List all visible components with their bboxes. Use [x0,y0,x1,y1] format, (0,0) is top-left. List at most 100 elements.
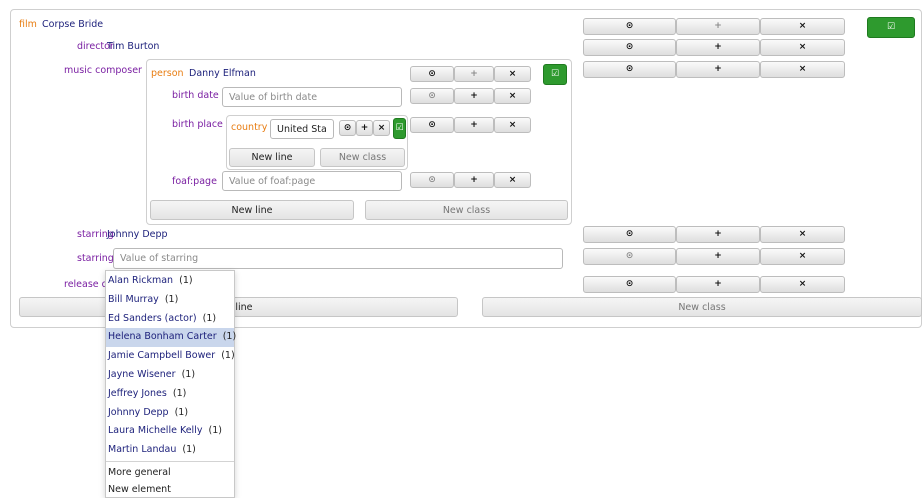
birth-place-label: birth place [172,119,223,130]
country-confirm-button[interactable]: ☑ [393,118,406,139]
suggestion-item[interactable]: Martin Landau (1) [106,441,234,460]
suggestion-count: (1) [174,406,189,418]
suggestion-item[interactable]: Alan Rickman (1) [106,272,234,291]
suggestion-count: (1) [222,331,237,343]
add-icon: + [360,122,369,133]
director-value[interactable]: Tim Burton [107,41,159,52]
remove-icon: × [798,229,807,239]
add-icon: + [714,251,722,261]
birth-date-remove-button[interactable]: × [494,88,531,104]
add-icon: + [714,229,722,239]
music-composer-label: music composer [64,65,142,76]
add-icon: + [470,90,478,101]
person-confirm-button[interactable]: ☑ [543,64,567,85]
suggestion-item[interactable]: Ed Sanders (actor) (1) [106,310,234,329]
starring-remove-button[interactable]: × [760,226,845,243]
director-add-button[interactable]: + [676,39,760,56]
dropdown-commands: More general New element [106,464,234,498]
starring-input[interactable] [113,248,563,269]
person-remove-button[interactable]: × [494,66,531,82]
suggestion-item[interactable]: Johnny Depp (1) [106,404,234,423]
foaf-page-input[interactable] [222,171,402,191]
birth-date-label: birth date [172,90,219,101]
select-icon: ⊙ [625,251,634,261]
add-icon: + [714,21,722,31]
suggestion-name: Johnny Depp [108,406,169,418]
music-composer-add-button[interactable]: + [676,61,760,78]
birth-date-add-button[interactable]: + [454,88,494,104]
suggestion-name: Alan Rickman [108,275,174,286]
remove-icon: × [798,251,807,261]
suggestion-item[interactable]: Laura Michelle Kelly (1) [106,422,234,441]
suggestion-name: Helena Bonham Carter [108,331,217,343]
person-add-button[interactable]: + [454,66,494,82]
release-date-select-button[interactable]: ⊙ [583,276,676,293]
person-value[interactable]: Danny Elfman [189,68,256,79]
birth-date-input[interactable] [222,87,402,107]
birth-place-remove-button[interactable]: × [494,117,531,133]
film-new-line-button[interactable]: w line [19,297,458,317]
remove-icon: × [798,42,807,52]
select-icon: ⊙ [343,122,352,133]
starring-select-button[interactable]: ⊙ [583,226,676,243]
suggestion-list: Alan Rickman (1) Bill Murray (1) Ed Sander… [106,271,237,460]
add-icon: + [470,68,478,79]
suggestion-count: (1) [182,444,196,456]
director-remove-button[interactable]: × [760,39,845,56]
country-select-button[interactable]: ⊙ [339,120,356,136]
film-confirm-button[interactable]: ☑ [867,17,915,38]
release-date-add-button[interactable]: + [676,276,760,293]
birth-place-select-button[interactable]: ⊙ [410,117,454,133]
film-new-class-button[interactable]: New class [482,297,922,317]
music-composer-remove-button[interactable]: × [760,61,845,78]
select-icon: ⊙ [428,119,436,130]
music-composer-select-button[interactable]: ⊙ [583,61,676,78]
suggestion-name: Jeffrey Jones [108,387,167,399]
foaf-page-select-button[interactable]: ⊙ [410,172,454,188]
country-value-input[interactable] [270,119,334,139]
starring-add-button[interactable]: + [676,226,760,243]
film-value[interactable]: Corpse Bride [42,19,103,30]
starring-value[interactable]: Johnny Depp [107,229,168,240]
country-new-class-button[interactable]: New class [320,148,405,167]
foaf-page-remove-button[interactable]: × [494,172,531,188]
person-new-line-button[interactable]: New line [150,200,354,220]
film-select-button[interactable]: ⊙ [583,18,676,35]
country-add-button[interactable]: + [356,120,373,136]
remove-icon: × [798,279,807,289]
foaf-page-label: foaf:page [172,176,217,187]
film-add-button[interactable]: + [676,18,760,35]
person-select-button[interactable]: ⊙ [410,66,454,82]
film-remove-button[interactable]: × [760,18,845,35]
remove-icon: × [508,119,517,130]
more-general-option[interactable]: More general [106,464,234,481]
starring-2-remove-button[interactable]: × [760,248,845,265]
person-class-label: person [151,68,184,79]
person-new-class-button[interactable]: New class [365,200,568,220]
suggestion-item[interactable]: Jayne Wisener (1) [106,366,234,385]
release-date-remove-button[interactable]: × [760,276,845,293]
country-remove-button[interactable]: × [373,120,390,136]
check-icon: ☑ [395,123,404,133]
suggestion-item[interactable]: Jamie Campbell Bower (1) [106,347,235,366]
country-new-line-button[interactable]: New line [229,148,315,167]
remove-icon: × [798,64,807,74]
suggestion-item[interactable]: Bill Murray (1) [106,291,234,310]
select-icon: ⊙ [625,279,634,289]
foaf-page-add-button[interactable]: + [454,172,494,188]
suggestion-count: (1) [181,368,196,380]
birth-date-select-button[interactable]: ⊙ [410,88,454,104]
director-select-button[interactable]: ⊙ [583,39,676,56]
suggestion-name: Ed Sanders (actor) [108,312,197,324]
starring-2-select-button[interactable]: ⊙ [583,248,676,265]
suggestion-name: Laura Michelle Kelly [108,425,203,437]
suggestion-count: (1) [221,350,235,362]
suggestion-item[interactable]: Jeffrey Jones (1) [106,385,234,404]
suggestion-count: (1) [208,425,222,437]
suggestion-item[interactable]: Helena Bonham Carter (1) [106,328,237,348]
starring-label-2: starring [77,253,114,264]
starring-2-add-button[interactable]: + [676,248,760,265]
select-icon: ⊙ [428,68,436,79]
new-element-option[interactable]: New element [106,481,234,498]
birth-place-add-button[interactable]: + [454,117,494,133]
